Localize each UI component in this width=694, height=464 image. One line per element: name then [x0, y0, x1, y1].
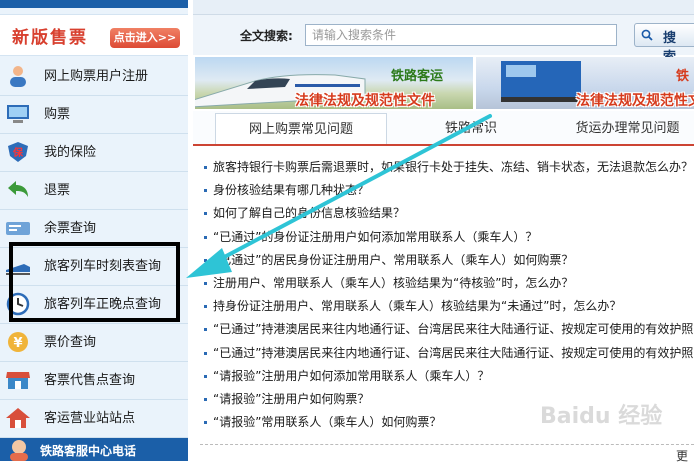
faq-link[interactable]: “请报验”常用联系人（乘车人）如何购票？	[213, 411, 441, 434]
computer-icon	[7, 105, 29, 123]
sidebar: 新版售票 点击进入>> 网上购票用户注册 购票 保 我的保险 退票 余票查询 旅…	[0, 0, 188, 461]
bullet	[204, 189, 207, 193]
banner-2-subtitle: 铁	[676, 69, 690, 84]
promo-title: 新版售票	[12, 28, 88, 48]
bullet	[204, 421, 207, 425]
sidebar-item-insurance[interactable]: 保 我的保险	[0, 134, 188, 172]
faq-link[interactable]: “请报验”注册用户如何购票？	[213, 388, 369, 411]
content-top-bar	[193, 0, 694, 15]
faq-list: 旅客持银行卡购票后需退票时，如果银行卡处于挂失、冻结、销卡状态，无法退款怎么办？…	[200, 156, 694, 434]
faq-footer: 更	[200, 444, 694, 463]
laws-banner-1[interactable]: 铁路客运 法律法规及规范性文件	[195, 57, 473, 109]
insurance-shield-icon: 保	[8, 142, 28, 162]
faq-item[interactable]: 身份核验结果有哪几种状态？	[200, 179, 694, 202]
more-link[interactable]: 更	[676, 447, 688, 464]
faq-link[interactable]: 旅客持银行卡购票后需退票时，如果银行卡处于挂失、冻结、销卡状态，无法退款怎么办？	[213, 156, 693, 179]
sidebar-item-label: 旅客列车正晚点查询	[44, 297, 162, 312]
bullet	[204, 281, 207, 285]
banner-1-title: 法律法规及规范性文件	[295, 93, 435, 109]
faq-link[interactable]: “已通过”持港澳居民来往内地通行证、台湾居民来往大陆通行证、按规定可使用的有效护…	[213, 342, 693, 365]
sidebar-item-buy-ticket[interactable]: 购票	[0, 96, 188, 134]
service-hotline-text: 铁路客服中心电话	[40, 444, 137, 458]
bullet	[204, 328, 207, 332]
bullet	[204, 235, 207, 239]
sidebar-item-refund[interactable]: 退票	[0, 172, 188, 210]
house-icon	[6, 408, 30, 428]
faq-item[interactable]: 持身份证注册用户、常用联系人（乘车人）核验结果为“未通过”时，怎么办？	[200, 295, 694, 318]
tab-online-faq[interactable]: 网上购票常见问题	[215, 113, 387, 146]
sidebar-item-fare-query[interactable]: ¥ 票价查询	[0, 324, 188, 362]
sidebar-item-remaining-tickets[interactable]: 余票查询	[0, 210, 188, 248]
search-bar: 全文搜索: 搜 索	[193, 15, 694, 65]
faq-item[interactable]: “已通过”的身份证注册用户如何添加常用联系人（乘车人）？	[200, 226, 694, 249]
train-icon	[6, 264, 30, 275]
faq-link[interactable]: 注册用户、常用联系人（乘车人）核验结果为“待核验”时，怎么办？	[213, 272, 573, 295]
sidebar-top-bar	[0, 0, 188, 8]
search-icon	[641, 29, 653, 41]
sidebar-item-label: 旅客列车时刻表查询	[44, 259, 162, 274]
return-arrow-icon	[8, 181, 28, 197]
sidebar-item-label: 退票	[44, 183, 71, 198]
faq-item[interactable]: 旅客持银行卡购票后需退票时，如果银行卡处于挂失、冻结、销卡状态，无法退款怎么办？	[200, 156, 694, 179]
svg-text:¥: ¥	[13, 336, 22, 351]
watermark: Baidu 经验	[540, 404, 663, 429]
sidebar-item-label: 客票代售点查询	[44, 373, 136, 388]
sidebar-item-label: 客运营业站站点	[44, 411, 136, 426]
ticket-icon	[6, 222, 30, 235]
faq-link[interactable]: “请报验”注册用户如何添加常用联系人（乘车人）？	[213, 365, 489, 388]
clock-icon	[6, 292, 30, 316]
service-hotline-bar: 铁路客服中心电话	[0, 438, 188, 461]
tab-underline	[193, 144, 694, 146]
service-agent-icon	[10, 440, 28, 461]
banner-2-title: 法律法规及规范性文件	[576, 93, 694, 109]
sidebar-item-timetable[interactable]: 旅客列车时刻表查询	[0, 248, 188, 286]
faq-link[interactable]: “已通过”的身份证注册用户如何添加常用联系人（乘车人）？	[213, 226, 537, 249]
sidebar-item-user-register[interactable]: 网上购票用户注册	[0, 58, 188, 96]
sidebar-item-label: 购票	[44, 107, 71, 122]
bullet	[204, 305, 207, 309]
bullet	[204, 258, 207, 262]
faq-link[interactable]: 身份核验结果有哪几种状态？	[213, 179, 369, 202]
faq-item[interactable]: “请报验”注册用户如何添加常用联系人（乘车人）？	[200, 365, 694, 388]
laws-banner-2[interactable]: 铁 法律法规及规范性文件	[476, 57, 694, 109]
sidebar-item-label: 我的保险	[44, 145, 97, 160]
tab-bar: 网上购票常见问题 铁路常识 货运办理常见问题	[193, 111, 694, 146]
sidebar-menu: 网上购票用户注册 购票 保 我的保险 退票 余票查询 旅客列车时刻表查询 旅客列…	[0, 58, 188, 438]
bullet	[204, 212, 207, 216]
search-input[interactable]	[305, 24, 617, 46]
promo-enter-button[interactable]: 点击进入>>	[110, 28, 180, 48]
yen-icon: ¥	[8, 332, 28, 352]
faq-link[interactable]: “已通过”持港澳居民来往内地通行证、台湾居民来往大陆通行证、按规定可使用的有效护…	[213, 318, 693, 341]
bullet	[204, 397, 207, 401]
faq-link[interactable]: “已通过”的居民身份证注册用户、常用联系人（乘车人）如何购票？	[213, 249, 573, 272]
search-label: 全文搜索:	[240, 29, 293, 43]
faq-item[interactable]: 如何了解自己的身份信息核验结果？	[200, 202, 694, 225]
user-register-icon	[10, 66, 26, 87]
svg-text:保: 保	[12, 146, 24, 159]
faq-item[interactable]: “已通过”的居民身份证注册用户、常用联系人（乘车人）如何购票？	[200, 249, 694, 272]
search-button[interactable]: 搜 索	[634, 23, 694, 65]
faq-link[interactable]: 持身份证注册用户、常用联系人（乘车人）核验结果为“未通过”时，怎么办？	[213, 295, 621, 318]
sidebar-item-label: 网上购票用户注册	[44, 69, 149, 84]
bullet	[204, 166, 207, 169]
promo-panel: 新版售票 点击进入>>	[0, 14, 188, 56]
faq-item[interactable]: 注册用户、常用联系人（乘车人）核验结果为“待核验”时，怎么办？	[200, 272, 694, 295]
bullet	[204, 374, 207, 378]
sidebar-item-delay-query[interactable]: 旅客列车正晚点查询	[0, 286, 188, 324]
tab-freight-faq[interactable]: 货运办理常见问题	[561, 111, 694, 144]
sidebar-item-label: 票价查询	[44, 335, 97, 350]
shop-icon	[6, 372, 30, 389]
bullet	[204, 351, 207, 355]
faq-link[interactable]: 如何了解自己的身份信息核验结果？	[213, 202, 405, 225]
banner-1-subtitle: 铁路客运	[391, 69, 444, 84]
sidebar-item-label: 余票查询	[44, 221, 97, 236]
sidebar-item-stations[interactable]: 客运营业站站点	[0, 400, 188, 438]
tab-railway-knowledge[interactable]: 铁路常识	[401, 111, 541, 144]
sidebar-item-agency-query[interactable]: 客票代售点查询	[0, 362, 188, 400]
faq-item[interactable]: “已通过”持港澳居民来往内地通行证、台湾居民来往大陆通行证、按规定可使用的有效护…	[200, 318, 694, 341]
faq-item[interactable]: “已通过”持港澳居民来往内地通行证、台湾居民来往大陆通行证、按规定可使用的有效护…	[200, 342, 694, 365]
